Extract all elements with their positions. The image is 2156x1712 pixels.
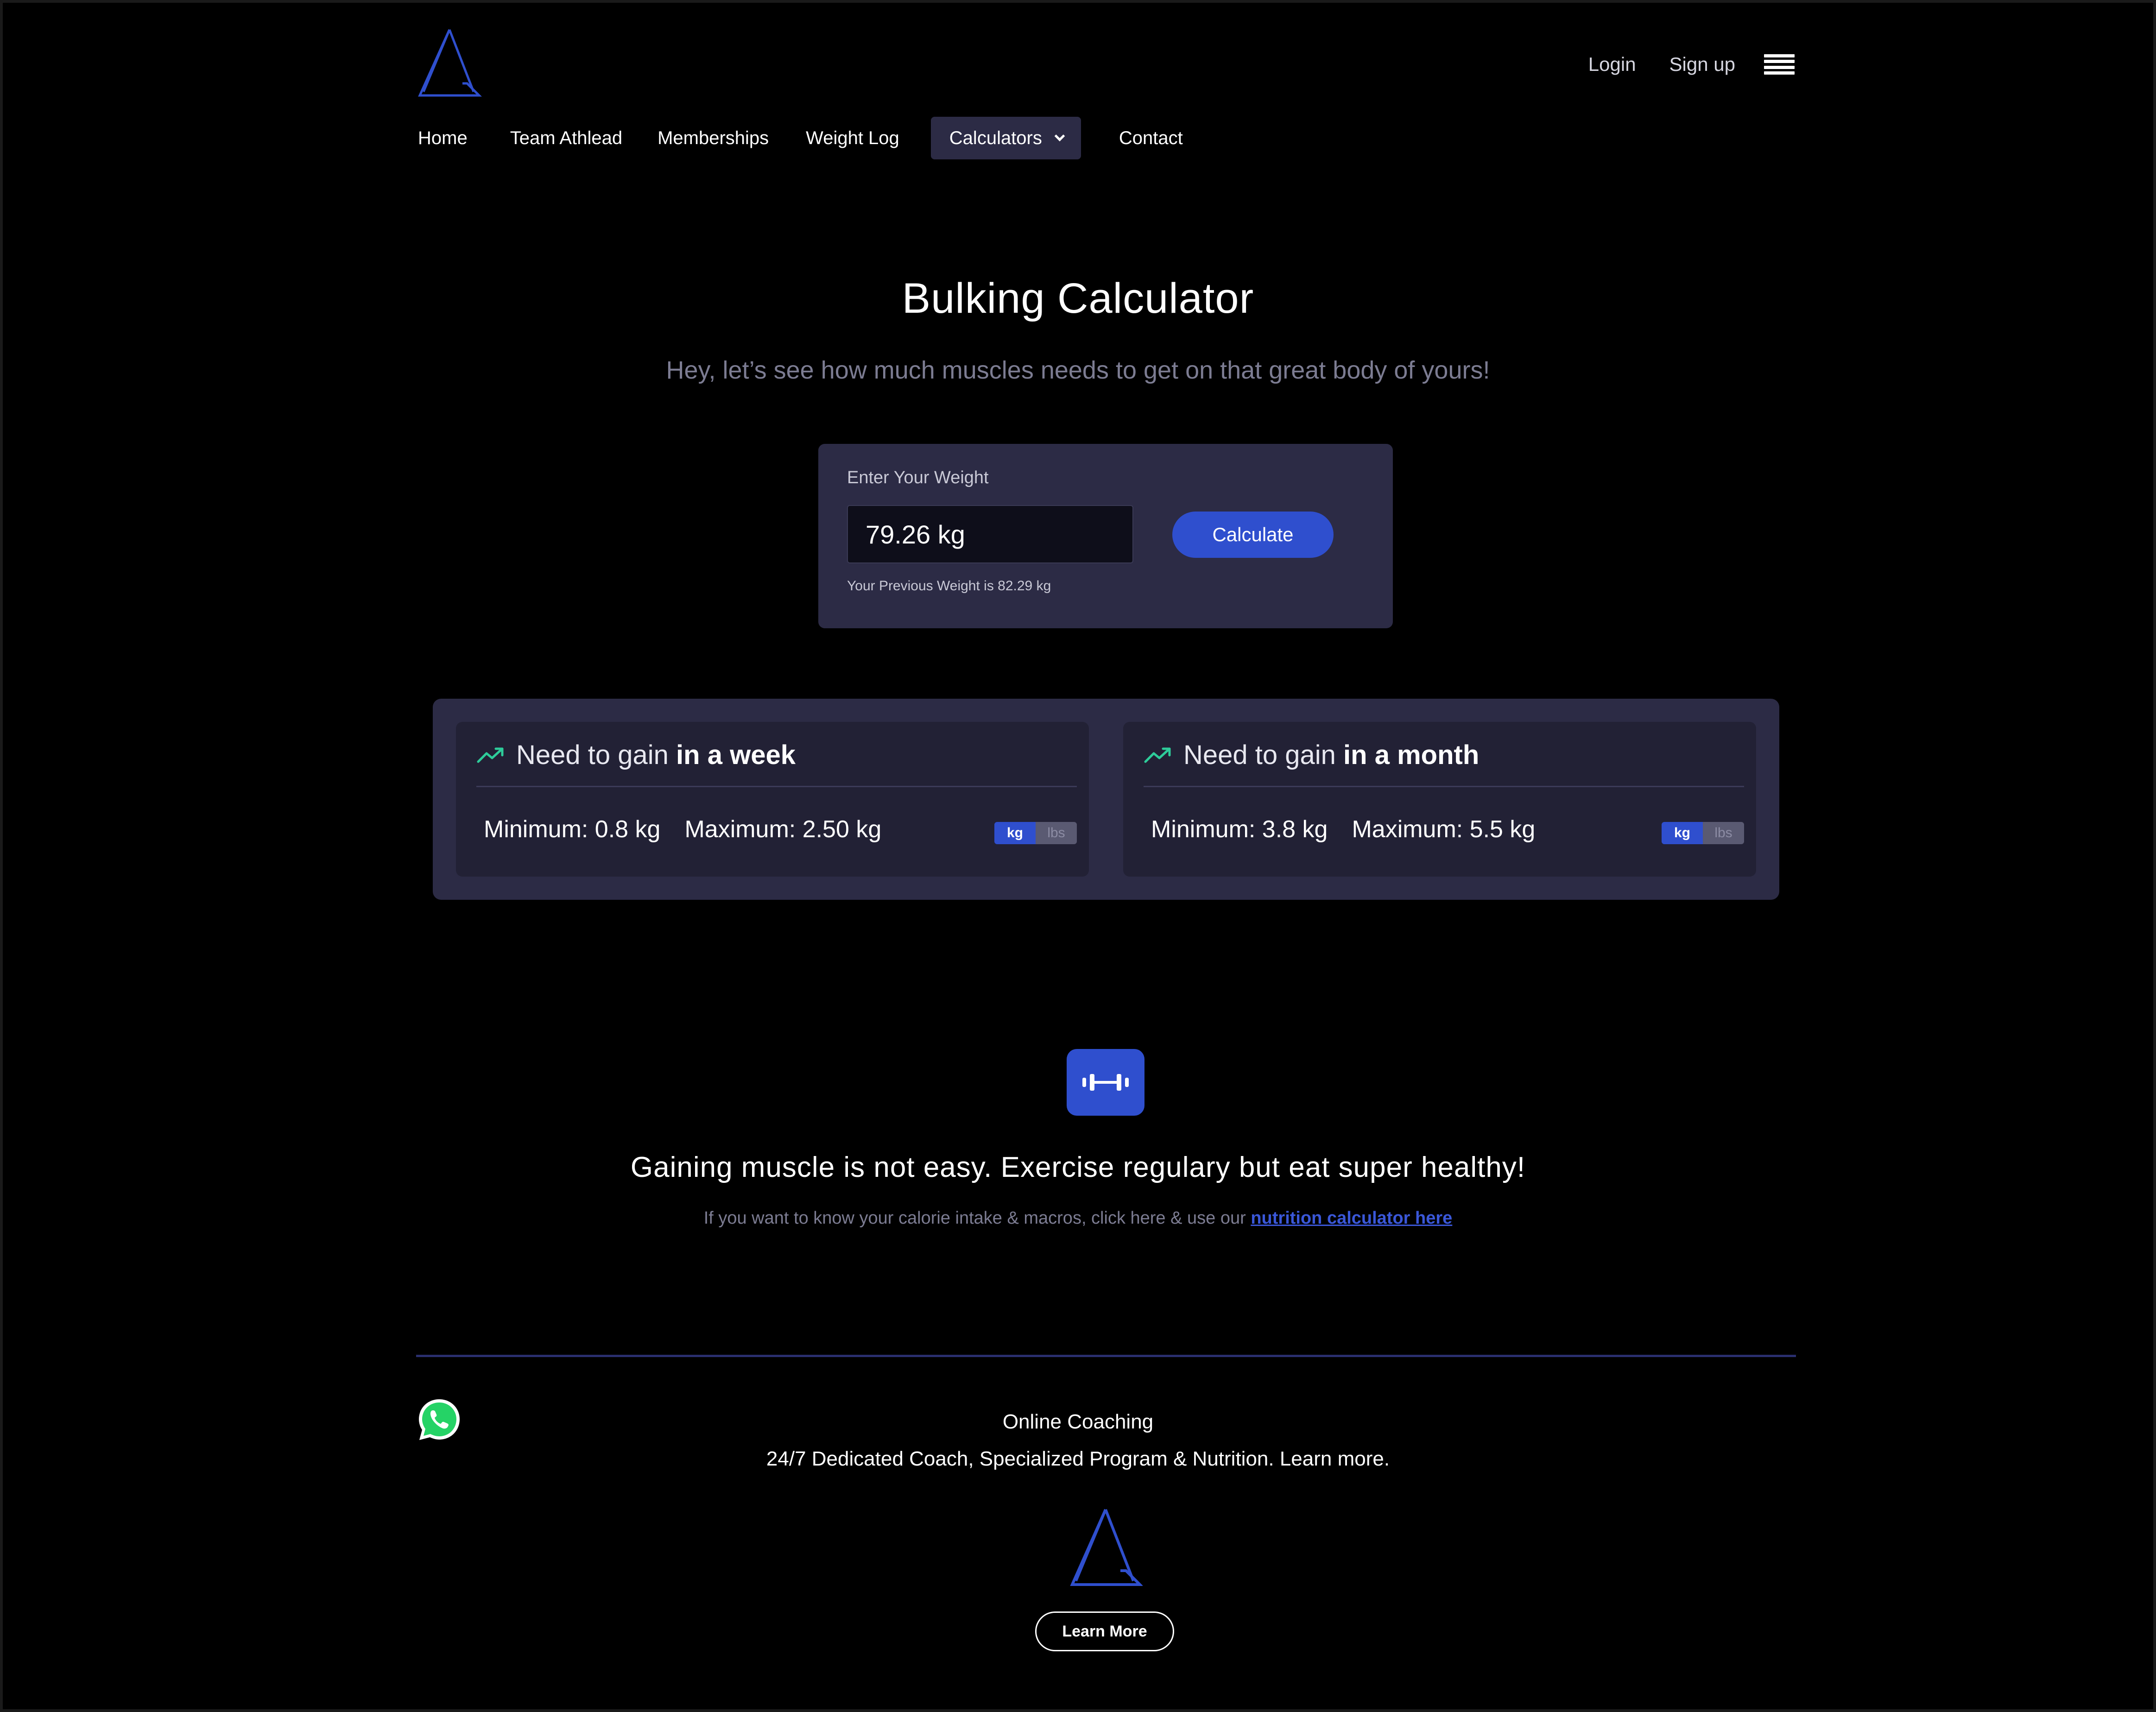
result-values: Minimum: 3.8 kg Maximum: 5.5 kg <box>1151 815 1535 843</box>
footer-divider <box>416 1355 1796 1357</box>
trending-up-icon <box>1144 747 1171 763</box>
result-period: in a week <box>676 740 796 770</box>
maximum-value: Maximum: 5.5 kg <box>1352 816 1536 843</box>
result-card-month: Need to gain in a month Minimum: 3.8 kg … <box>1123 722 1756 877</box>
tip-text: If you want to know your calorie intake … <box>0 1208 2156 1228</box>
menu-icon[interactable] <box>1764 53 1795 76</box>
weight-label: Enter Your Weight <box>847 468 989 487</box>
nav-memberships[interactable]: Memberships <box>658 128 769 149</box>
nav-home[interactable]: Home <box>418 128 468 149</box>
minimum-value: Minimum: 0.8 kg <box>484 816 661 843</box>
trending-up-icon <box>477 747 504 763</box>
athlead-logo-icon <box>1070 1509 1143 1586</box>
calculate-button[interactable]: Calculate <box>1172 512 1334 558</box>
divider <box>1144 786 1744 787</box>
weight-form-card: Enter Your Weight Calculate Your Previou… <box>818 444 1393 628</box>
weight-input[interactable] <box>847 505 1133 563</box>
result-card-week: Need to gain in a week Minimum: 0.8 kg M… <box>456 722 1089 877</box>
dumbbell-icon <box>1067 1049 1144 1116</box>
unit-toggle[interactable]: kg lbs <box>1662 822 1744 844</box>
result-prefix: Need to gain <box>516 740 669 770</box>
main-nav: Home Team Athlead Memberships Weight Log… <box>418 117 1183 159</box>
nav-contact[interactable]: Contact <box>1119 128 1183 149</box>
result-heading: Need to gain in a month <box>1144 739 1479 771</box>
signup-link[interactable]: Sign up <box>1669 53 1735 76</box>
nav-weight-log[interactable]: Weight Log <box>806 128 899 149</box>
unit-lbs[interactable]: lbs <box>1703 822 1744 844</box>
footer-subtitle: 24/7 Dedicated Coach, Specialized Progra… <box>766 1447 1390 1470</box>
unit-toggle[interactable]: kg lbs <box>994 822 1077 844</box>
unit-lbs[interactable]: lbs <box>1036 822 1077 844</box>
result-heading: Need to gain in a week <box>476 739 796 771</box>
nav-team-athlead[interactable]: Team Athlead <box>510 128 622 149</box>
minimum-value: Minimum: 3.8 kg <box>1151 816 1328 843</box>
tip-title: Gaining muscle is not easy. Exercise reg… <box>630 1151 1526 1183</box>
page-subtitle: Hey, let’s see how much muscles needs to… <box>666 356 1490 384</box>
nav-calculators[interactable]: Calculators <box>930 117 1081 159</box>
maximum-value: Maximum: 2.50 kg <box>684 816 882 843</box>
dumbbell-glyph <box>1082 1074 1129 1091</box>
athlead-logo-icon[interactable] <box>417 28 482 98</box>
divider <box>476 786 1077 787</box>
nav-calculators-label: Calculators <box>949 127 1042 148</box>
previous-weight-text: Your Previous Weight is 82.29 kg <box>847 578 1051 594</box>
result-period: in a month <box>1343 740 1479 770</box>
unit-kg[interactable]: kg <box>1662 822 1703 844</box>
chevron-down-icon <box>1054 131 1065 142</box>
unit-kg[interactable]: kg <box>994 822 1036 844</box>
tip-text-body: If you want to know your calorie intake … <box>703 1208 1251 1228</box>
auth-links: Login Sign up <box>1588 53 1795 76</box>
results-panel: Need to gain in a week Minimum: 0.8 kg M… <box>433 699 1779 900</box>
learn-more-button[interactable]: Learn More <box>1035 1611 1174 1651</box>
footer-title: Online Coaching <box>1002 1410 1154 1433</box>
login-link[interactable]: Login <box>1588 53 1636 76</box>
result-prefix: Need to gain <box>1183 740 1336 770</box>
nutrition-calculator-link[interactable]: nutrition calculator here <box>1251 1208 1452 1228</box>
page-title: Bulking Calculator <box>902 275 1254 322</box>
result-values: Minimum: 0.8 kg Maximum: 2.50 kg <box>484 815 881 843</box>
